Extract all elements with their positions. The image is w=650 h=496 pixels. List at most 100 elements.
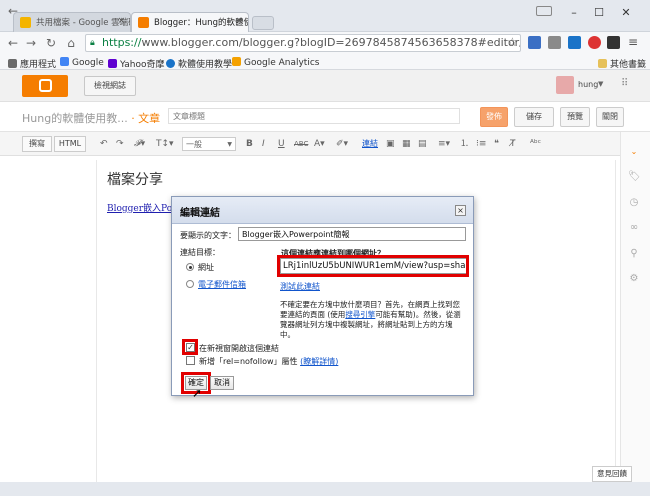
preview-button[interactable]: 預覽	[560, 107, 590, 127]
email-label[interactable]: 電子郵件信箱	[198, 279, 246, 290]
location-icon[interactable]: ⚲	[628, 248, 640, 260]
checkbox-highlight-box	[182, 339, 198, 355]
close-icon[interactable]: ×	[117, 16, 125, 26]
bookmark-google[interactable]: Google	[60, 57, 104, 68]
editor-toolbar	[0, 132, 620, 156]
redo-icon[interactable]: ↷	[116, 137, 124, 151]
clock-icon[interactable]: ◷	[628, 197, 640, 209]
minimize-icon[interactable]: –	[565, 6, 583, 20]
close-button[interactable]: 關閉	[596, 107, 624, 127]
text-to-display-label: 要顯示的文字：	[180, 231, 236, 240]
extension-icon[interactable]	[588, 36, 601, 49]
post-heading: 檔案分享	[107, 172, 163, 188]
new-window-label[interactable]: 在新視窗開啟這個連結	[199, 343, 279, 354]
web-address-label[interactable]: 網址	[198, 262, 214, 273]
reload-icon[interactable]: ↻	[44, 35, 58, 51]
bookmark-other[interactable]: 其他書籤	[598, 57, 646, 70]
blog-title[interactable]: Hung的軟體使用教... · 文章	[22, 110, 160, 126]
extension-icon[interactable]	[548, 36, 561, 49]
close-window-icon[interactable]: ✕	[617, 6, 635, 20]
bookmark-label: 其他書籤	[610, 60, 647, 70]
chevron-down-icon[interactable]: ▼	[598, 80, 603, 88]
address-bar[interactable]: 🔒︎ https://www.blogger.com/blogger.g?blog…	[85, 34, 521, 52]
back-icon[interactable]: ←	[6, 35, 20, 51]
dialog-title: 編輯連結	[180, 208, 220, 219]
learn-more-link[interactable]: (瞭解詳情)	[300, 357, 338, 366]
video-icon[interactable]: ▦	[402, 137, 411, 151]
close-icon[interactable]: ×	[235, 16, 243, 26]
html-mode-button[interactable]: HTML	[54, 136, 86, 152]
menu-icon[interactable]: ≡	[628, 35, 638, 49]
tab-blogger[interactable]: Blogger：Hung的軟體使 ×	[131, 12, 249, 32]
bookmark-star-icon[interactable]: ☆	[507, 35, 518, 49]
window-bottom-bar	[0, 482, 650, 496]
user-name[interactable]: hung	[578, 80, 598, 89]
new-tab-button[interactable]	[252, 16, 274, 30]
link-icon[interactable]: ∞	[628, 222, 640, 234]
home-icon[interactable]: ⌂	[64, 35, 78, 51]
numbered-list-icon[interactable]: ⒈	[460, 137, 469, 151]
page-break-icon[interactable]: ▤	[418, 137, 427, 151]
chevron-down-icon[interactable]: ⌄	[628, 146, 640, 158]
mouse-cursor-icon: ➚	[192, 386, 203, 400]
text-color-icon[interactable]: A▾	[314, 137, 325, 151]
spellcheck-icon[interactable]: ᴬᵇᶜ	[530, 137, 541, 151]
bold-icon[interactable]: B	[246, 137, 253, 151]
help-text: 不確定要在方塊中放什麼項目？首先，在網頁上找到您要連結的頁面 (使用搜尋引擎可能…	[280, 300, 466, 340]
close-icon[interactable]: ×	[455, 205, 466, 216]
back-icon[interactable]: ←	[6, 3, 20, 19]
text-to-display-input[interactable]: Blogger嵌入Powerpoint簡報	[238, 227, 466, 241]
nofollow-checkbox[interactable]	[186, 356, 195, 365]
underline-icon[interactable]: U	[278, 137, 285, 151]
link-button[interactable]: 連結	[362, 137, 378, 151]
email-radio[interactable]	[186, 280, 194, 288]
test-link[interactable]: 測試此連結	[280, 281, 320, 292]
bookmark-analytics[interactable]: Google Analytics	[232, 57, 319, 68]
search-engine-link[interactable]: 搜尋引擎	[345, 310, 375, 319]
undo-icon[interactable]: ↶	[100, 137, 108, 151]
extension-icon[interactable]	[607, 36, 620, 49]
yahoo-icon	[108, 59, 117, 68]
post-link[interactable]: Blogger嵌入Po	[107, 201, 172, 214]
view-blog-button[interactable]: 檢視網誌	[84, 76, 136, 96]
bookmark-label: Yahoo奇摩	[120, 60, 165, 70]
quote-icon[interactable]: ❝	[494, 137, 499, 151]
bookmark-yahoo[interactable]: Yahoo奇摩	[108, 57, 165, 70]
label-icon[interactable]: 🏷︎	[628, 171, 641, 183]
image-icon[interactable]: ▣	[386, 137, 395, 151]
cancel-button[interactable]: 取消	[210, 376, 234, 390]
bookmark-label: Google	[72, 58, 104, 68]
tab-drive[interactable]: 共用檔案 - Google 雲端硬 ×	[13, 12, 131, 32]
save-button[interactable]: 儲存	[514, 107, 554, 127]
blog-name: Hung的軟體使用教...	[22, 112, 128, 125]
publish-button[interactable]: 發佈	[480, 107, 508, 127]
user-profile-icon[interactable]	[536, 6, 552, 16]
avatar[interactable]	[556, 76, 574, 94]
feedback-button[interactable]: 意見回饋	[592, 466, 632, 482]
bookmark-tutorial[interactable]: 軟體使用教學	[166, 57, 232, 70]
bookmark-apps[interactable]: 應用程式	[8, 57, 56, 70]
clear-format-icon[interactable]: T̸	[510, 137, 516, 151]
extension-icon[interactable]	[528, 36, 541, 49]
gear-icon[interactable]: ⚙	[628, 273, 640, 285]
apps-grid-icon[interactable]: ⠿	[621, 78, 628, 89]
post-title-input[interactable]	[168, 108, 460, 124]
extension-icon[interactable]	[568, 36, 581, 49]
chevron-down-icon: ▼	[227, 141, 232, 148]
align-icon[interactable]: ≡▾	[438, 137, 450, 151]
font-size-icon[interactable]: T↕▾	[156, 137, 174, 151]
blogger-logo[interactable]	[22, 75, 68, 97]
highlight-icon[interactable]: ✐▾	[336, 137, 348, 151]
nofollow-label[interactable]: 新增「rel=nofollow」屬性 (瞭解詳情)	[199, 356, 338, 367]
posts-crumb[interactable]: · 文章	[131, 112, 160, 125]
maximize-icon[interactable]: ☐	[590, 6, 608, 20]
web-address-radio[interactable]	[186, 263, 194, 271]
forward-icon[interactable]: →	[24, 35, 38, 51]
format-select[interactable]: 一般 ▼	[182, 137, 236, 151]
italic-icon[interactable]: I	[262, 137, 265, 151]
font-family-icon[interactable]: 𝓕▾	[134, 137, 145, 151]
strikethrough-icon[interactable]: ABC	[294, 137, 308, 151]
bulleted-list-icon[interactable]: ⁝≡	[476, 137, 486, 151]
post-settings-sidebar	[620, 132, 650, 482]
compose-mode-button[interactable]: 撰寫	[22, 136, 52, 152]
